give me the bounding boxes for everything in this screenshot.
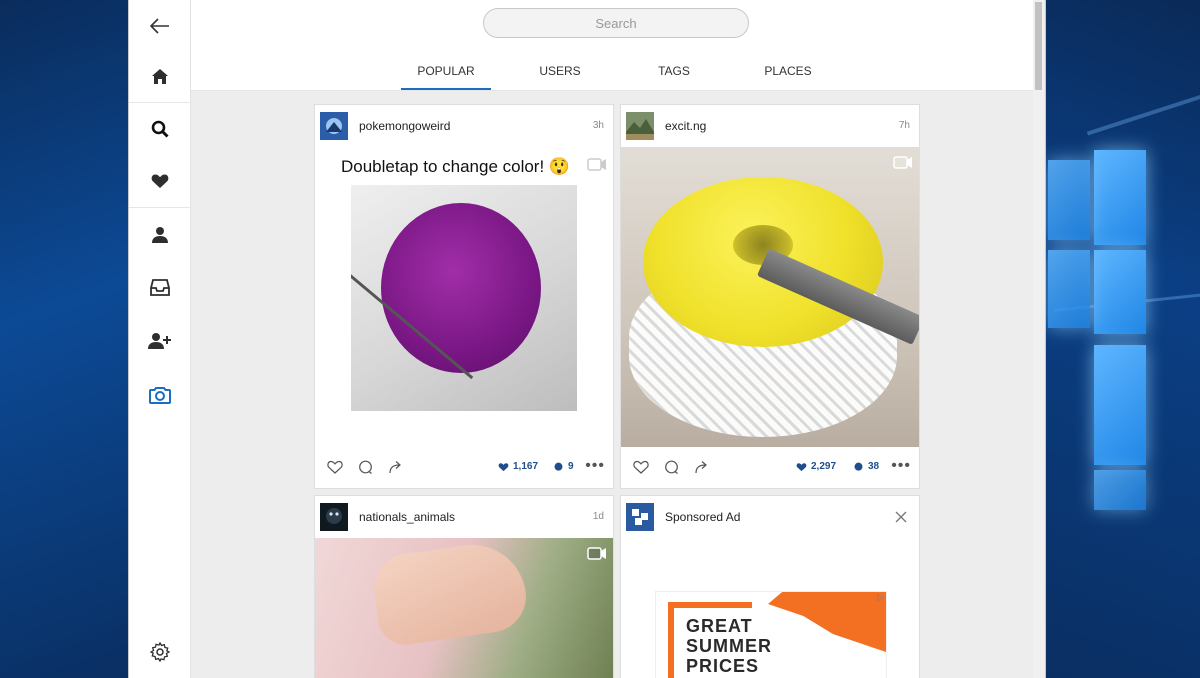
comments-count: 9 — [553, 461, 574, 472]
post-media[interactable] — [621, 147, 919, 447]
post-username[interactable]: pokemongoweird — [359, 119, 450, 133]
desktop-wallpaper-left — [0, 0, 128, 678]
ad-orange-splash — [768, 592, 886, 652]
comments-value: 38 — [868, 461, 880, 472]
sidebar — [129, 0, 191, 678]
top-bar — [191, 0, 1033, 53]
likes-value: 1,167 — [513, 461, 539, 472]
like-heart-icon[interactable] — [327, 460, 343, 474]
ad-media[interactable]: GREAT SUMMER PRICES ▷ — [621, 538, 919, 678]
sidebar-item-inbox[interactable] — [129, 261, 190, 313]
sidebar-item-search[interactable] — [129, 103, 190, 155]
post-username[interactable]: nationals_animals — [359, 510, 455, 524]
likes-value: 2,297 — [811, 461, 837, 472]
post-footer: 1,167 9 ••• — [315, 447, 613, 488]
settings-gear-icon — [149, 642, 170, 662]
more-options-button[interactable]: ••• — [585, 457, 605, 475]
window-logo-pane — [1048, 160, 1090, 240]
video-badge-icon — [893, 156, 912, 169]
share-arrow-icon[interactable] — [388, 460, 403, 474]
ad-header: Sponsored Ad — [621, 496, 919, 539]
heart-small-icon — [498, 462, 509, 471]
post-username[interactable]: excit.ng — [665, 119, 706, 133]
app-window: POPULAR USERS TAGS PLACES pokemongoweird… — [128, 0, 1046, 678]
sidebar-item-profile[interactable] — [129, 208, 190, 260]
scrollbar-thumb[interactable] — [1035, 2, 1042, 90]
tab-tags[interactable]: TAGS — [639, 52, 709, 90]
settings-button[interactable] — [129, 626, 190, 678]
video-badge-icon — [587, 547, 606, 560]
comments-value: 9 — [568, 461, 574, 472]
post-card: nationals_animals 1d — [314, 495, 614, 678]
ad-text-line-1: GREAT — [686, 616, 753, 636]
ad-card: Sponsored Ad GREAT SUMMER PRICES ▷ — [620, 495, 920, 678]
comments-count: 38 — [853, 461, 879, 472]
like-heart-icon[interactable] — [633, 460, 649, 474]
comment-small-icon — [854, 462, 863, 471]
purple-disc — [381, 203, 541, 373]
comment-bubble-icon[interactable] — [664, 460, 679, 475]
camera-icon — [148, 387, 171, 404]
profile-icon — [151, 226, 168, 243]
avatar[interactable] — [626, 112, 654, 140]
post-media[interactable]: Doubletap to change color! 😲 — [315, 147, 613, 447]
likes-count: 2,297 — [796, 461, 836, 472]
post-caption-overlay: Doubletap to change color! 😲 — [341, 157, 571, 176]
add-user-icon — [147, 332, 171, 349]
post-header: nationals_animals 1d — [315, 496, 613, 539]
heart-small-icon — [796, 462, 807, 471]
hand — [369, 538, 531, 649]
ad-title: Sponsored Ad — [665, 510, 741, 524]
window-logo-pane — [1094, 250, 1146, 334]
search-icon — [151, 120, 169, 138]
ad-choices-badge[interactable]: ▷ — [877, 592, 884, 603]
back-arrow-icon — [149, 18, 169, 34]
post-header: pokemongoweird 3h — [315, 105, 613, 148]
sidebar-item-activity[interactable] — [129, 155, 190, 208]
window-logo-pane — [1048, 250, 1090, 328]
post-age: 3h — [592, 120, 604, 131]
post-footer: 2,297 38 ••• — [621, 447, 919, 488]
ad-text-line-3: PRICES — [686, 656, 760, 676]
avatar[interactable] — [320, 112, 348, 140]
post-header: excit.ng 7h — [621, 105, 919, 148]
desktop-wallpaper-right — [1044, 0, 1200, 678]
home-icon — [151, 68, 168, 84]
tab-popular[interactable]: POPULAR — [401, 52, 491, 90]
ad-banner[interactable]: GREAT SUMMER PRICES ▷ — [655, 591, 887, 678]
close-icon[interactable] — [895, 511, 907, 523]
window-logo-pane — [1094, 345, 1146, 465]
likes-count: 1,167 — [498, 461, 538, 472]
avatar[interactable] — [320, 503, 348, 531]
comment-small-icon — [554, 462, 563, 471]
window-logo-pane — [1094, 470, 1146, 510]
sidebar-item-home[interactable] — [129, 50, 190, 103]
back-button[interactable] — [129, 0, 190, 52]
inbox-icon — [149, 278, 170, 296]
video-badge-icon — [587, 158, 606, 171]
post-card: pokemongoweird 3h Doubletap to change co… — [314, 104, 614, 489]
more-options-button[interactable]: ••• — [891, 457, 911, 475]
heart-icon — [151, 174, 168, 188]
post-image — [351, 185, 577, 411]
window-logo-pane — [1094, 150, 1146, 245]
light-beam — [1086, 88, 1200, 136]
ad-text-line-2: SUMMER — [686, 636, 772, 656]
post-age: 1d — [592, 511, 604, 522]
tab-users[interactable]: USERS — [525, 52, 595, 90]
tab-places[interactable]: PLACES — [753, 52, 823, 90]
post-card: excit.ng 7h 2,297 38 ••• — [620, 104, 920, 489]
search-input[interactable] — [483, 8, 749, 38]
sidebar-item-find-people[interactable] — [129, 314, 190, 366]
comment-bubble-icon[interactable] — [358, 460, 373, 475]
post-age: 7h — [898, 120, 910, 131]
share-arrow-icon[interactable] — [694, 460, 709, 474]
scrollbar[interactable] — [1033, 0, 1044, 678]
sidebar-item-camera[interactable] — [129, 369, 190, 421]
ad-brand-logo-icon[interactable] — [626, 503, 654, 531]
tab-bar: POPULAR USERS TAGS PLACES — [191, 52, 1033, 91]
post-media[interactable] — [315, 538, 613, 678]
